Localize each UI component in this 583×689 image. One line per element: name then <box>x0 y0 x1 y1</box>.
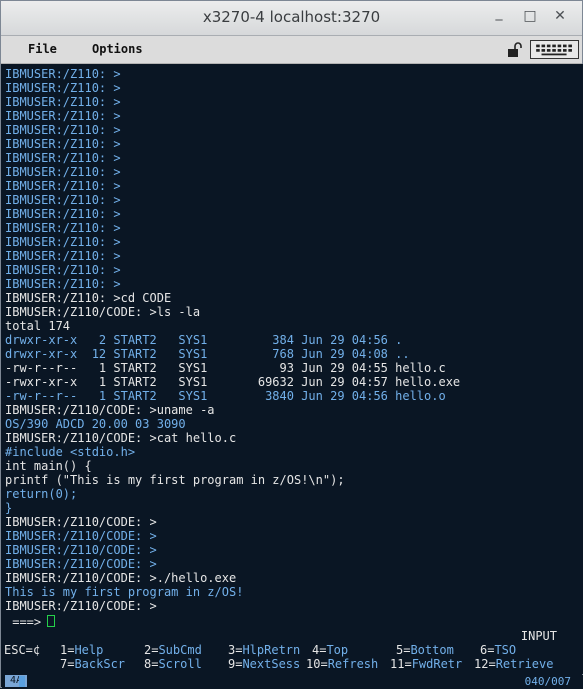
terminal-line: #include <stdio.h> <box>5 445 136 459</box>
terminal-line: IBMUSER:/Z110: > <box>5 179 121 193</box>
pf-key-number: 8= <box>144 657 159 671</box>
terminal-line: printf ("This is my first program in z/O… <box>5 473 345 487</box>
terminal-line: IBMUSER:/Z110: > <box>5 207 121 221</box>
pf-key[interactable]: 3=HlpRetrn <box>228 643 300 657</box>
terminal-line: IBMUSER:/Z110: > <box>5 109 121 123</box>
pf-key-action: FwdRetr <box>411 657 463 671</box>
keypad-icon[interactable] <box>530 40 579 59</box>
pf-key-number: 2= <box>144 643 159 657</box>
command-prompt: ===> <box>5 615 42 629</box>
terminal-screen[interactable]: ===> INPUT ESC=¢ 1=Help 2=SubCmd 3=HlpRetrn… <box>2 64 583 674</box>
terminal-line: OS/390 ADCD 20.00 03 3090 <box>5 417 186 431</box>
command-input-cursor[interactable] <box>47 615 55 627</box>
pf-key[interactable]: 2=SubCmd <box>144 643 202 657</box>
terminal-line: return(0); <box>5 487 78 501</box>
pf-key[interactable]: 12=Retrieve <box>474 657 553 671</box>
operator-information-area: 4A 040/007 <box>2 675 583 689</box>
oia-cursor-icon <box>19 676 25 687</box>
terminal-line: drwxr-xr-x 12 START2 SYS1 768 Jun 29 04:… <box>5 347 410 361</box>
terminal-line: This is my first program in z/OS! <box>5 585 244 599</box>
menu-file[interactable]: File <box>28 42 57 56</box>
pf-key-number: 3= <box>228 643 243 657</box>
terminal-line: IBMUSER:/Z110: > <box>5 263 121 277</box>
pf-key[interactable]: 5=Bottom <box>396 643 454 657</box>
terminal-line: total 174 <box>5 319 71 333</box>
pf-key-action: Help <box>74 643 104 657</box>
pf-key-action: HlpRetrn <box>242 643 301 657</box>
maximize-icon[interactable]: □ <box>522 8 538 24</box>
pf-key-number: 12= <box>474 657 496 671</box>
terminal-line: IBMUSER:/Z110: > <box>5 123 121 137</box>
pf-key-action: Bottom <box>410 643 454 657</box>
terminal-line: IBMUSER:/Z110: > <box>5 151 121 165</box>
terminal-line: drwxr-xr-x 2 START2 SYS1 384 Jun 29 04:5… <box>5 333 403 347</box>
terminal-line: IBMUSER:/Z110/CODE: >uname -a <box>5 403 215 417</box>
terminal-line: IBMUSER:/Z110/CODE: > <box>5 557 157 571</box>
menu-bar: File Options <box>1 36 582 64</box>
menu-options[interactable]: Options <box>92 42 143 56</box>
pf-key-number: 9= <box>228 657 243 671</box>
pf-key-action: Scroll <box>158 657 202 671</box>
x3270-window: x3270-4 localhost:3270 _ □ ✕ File Option… <box>0 0 583 689</box>
terminal-line: IBMUSER:/Z110: > <box>5 193 121 207</box>
pf-key[interactable]: ESC=¢ <box>4 643 40 657</box>
pf-key[interactable]: 4=Top <box>312 643 348 657</box>
lock-icon[interactable] <box>506 41 524 59</box>
terminal-line: IBMUSER:/Z110: > <box>5 95 121 109</box>
pf-key[interactable]: 1=Help <box>60 643 103 657</box>
terminal-line: IBMUSER:/Z110: >cd CODE <box>5 291 172 305</box>
pf-key-action: Retrieve <box>495 657 554 671</box>
pf-key-number: 1= <box>60 643 75 657</box>
pf-key[interactable]: 9=NextSess <box>228 657 300 671</box>
pf-key-number: 5= <box>396 643 411 657</box>
terminal-line: IBMUSER:/Z110/CODE: >./hello.exe <box>5 571 237 585</box>
terminal-line: -rwxr-xr-x 1 START2 SYS1 69632 Jun 29 04… <box>5 375 461 389</box>
pf-key[interactable]: 8=Scroll <box>144 657 202 671</box>
terminal-line: IBMUSER:/Z110: > <box>5 137 121 151</box>
terminal-line: IBMUSER:/Z110/CODE: > <box>5 529 157 543</box>
terminal-line: IBMUSER:/Z110: > <box>5 221 121 235</box>
terminal-line: IBMUSER:/Z110/CODE: > <box>5 515 157 529</box>
input-status: INPUT <box>520 629 557 643</box>
close-icon[interactable]: ✕ <box>552 8 568 24</box>
pf-key-number: 6= <box>480 643 495 657</box>
terminal-line: IBMUSER:/Z110/CODE: > <box>5 543 157 557</box>
pf-key-action: TSO <box>494 643 517 657</box>
terminal-line: IBMUSER:/Z110/CODE: > <box>5 599 157 613</box>
terminal-line: IBMUSER:/Z110/CODE: >ls -la <box>5 305 201 319</box>
terminal-line: IBMUSER:/Z110: > <box>5 67 121 81</box>
pf-key[interactable]: 10=Refresh <box>306 657 378 671</box>
pf-key-number: 10= <box>306 657 328 671</box>
pf-key-number: 11= <box>390 657 412 671</box>
terminal-line: IBMUSER:/Z110: > <box>5 249 121 263</box>
cursor-position: 040/007 <box>524 675 571 688</box>
pf-key[interactable]: 7=BackScr <box>60 657 125 671</box>
terminal-line: IBMUSER:/Z110: > <box>5 165 121 179</box>
pf-key-action: BackScr <box>74 657 126 671</box>
minimize-icon[interactable]: _ <box>491 5 507 21</box>
pf-key-number: ESC=¢ <box>4 643 41 657</box>
terminal-line: -rw-r--r-- 1 START2 SYS1 3840 Jun 29 04:… <box>5 389 446 403</box>
pf-key-number: 7= <box>60 657 75 671</box>
terminal-line: IBMUSER:/Z110: > <box>5 235 121 249</box>
terminal-line: IBMUSER:/Z110: > <box>5 277 121 291</box>
pf-key-action: NextSess <box>242 657 301 671</box>
terminal-line: IBMUSER:/Z110/CODE: >cat hello.c <box>5 431 237 445</box>
terminal-line: } <box>5 501 13 515</box>
terminal-line: IBMUSER:/Z110: > <box>5 81 121 95</box>
pf-key-action: Refresh <box>327 657 379 671</box>
title-bar: x3270-4 localhost:3270 _ □ ✕ <box>1 1 582 36</box>
pf-key[interactable]: 11=FwdRetr <box>390 657 462 671</box>
pf-key-action: Top <box>326 643 349 657</box>
terminal-line: int main() { <box>5 459 92 473</box>
pf-key-action: SubCmd <box>158 643 202 657</box>
terminal-line: -rw-r--r-- 1 START2 SYS1 93 Jun 29 04:55… <box>5 361 446 375</box>
pf-key[interactable]: 6=TSO <box>480 643 516 657</box>
pf-key-number: 4= <box>312 643 327 657</box>
